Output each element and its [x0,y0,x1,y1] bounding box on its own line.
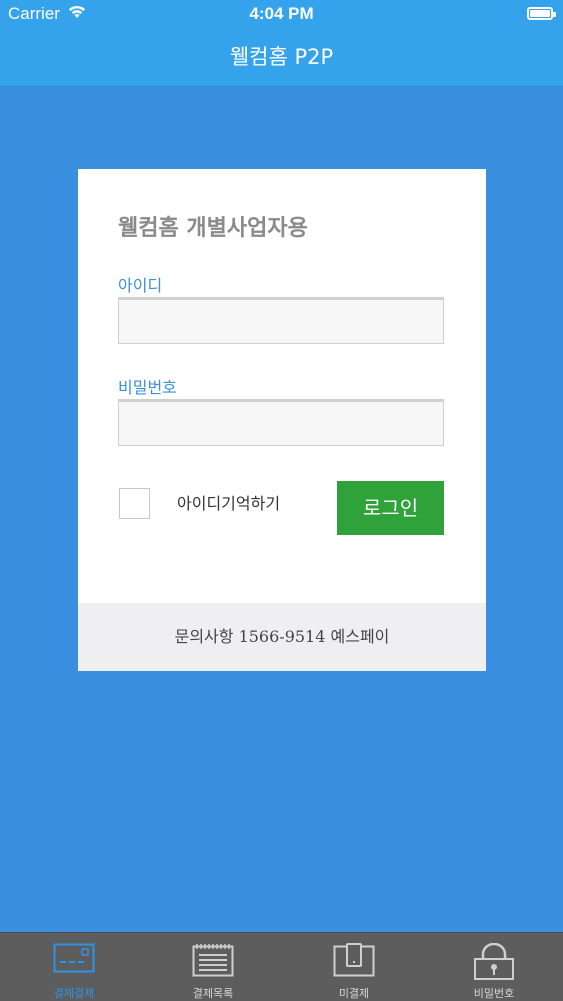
status-bar: Carrier 4:04 PM [0,0,563,28]
battery-icon [527,7,556,20]
tab-payment-list-label: 결제목록 [192,987,234,1000]
tab-password[interactable]: 비밀번호 [424,933,563,1001]
tab-payment-label: 결제결제 [53,987,95,1000]
remember-id-checkbox[interactable] [119,488,150,519]
id-label: 아이디 [118,276,163,295]
lock-icon [474,943,514,980]
contact-text: 문의사항 1566-9514 예스페이 [174,627,390,646]
tab-payment-list[interactable]: 결제목록 [143,933,283,1001]
nav-bar: 웰컴홈 P2P [0,28,563,87]
login-card-title: 웰컴홈 개별사업자용 [118,216,308,241]
login-button[interactable]: 로그인 [337,481,444,535]
remember-id-label[interactable]: 아이디기억하기 [177,490,280,514]
nav-title: 웰컴홈 P2P [229,45,334,69]
tab-payment[interactable]: 결제결제 [4,933,144,1001]
tab-password-label: 비밀번호 [473,987,515,1000]
login-card: 웰컴홈 개별사업자용 아이디 비밀번호 아이디기억하기 로그인 문의사항 156… [78,169,486,671]
status-time: 4:04 PM [249,4,314,23]
card-terminal-icon [53,943,95,973]
password-input[interactable] [118,399,444,446]
password-label: 비밀번호 [118,378,177,397]
tab-unpaid-label: 미결제 [338,987,370,1000]
tab-unpaid[interactable]: 미결제 [284,933,424,1001]
contact-footer: 문의사항 1566-9514 예스페이 [78,603,486,671]
id-input[interactable] [118,297,444,344]
list-icon [192,944,234,977]
phone-document-icon [333,943,375,977]
tab-bar: 결제결제 결제목록 미결제 비밀번호 [0,932,563,1001]
